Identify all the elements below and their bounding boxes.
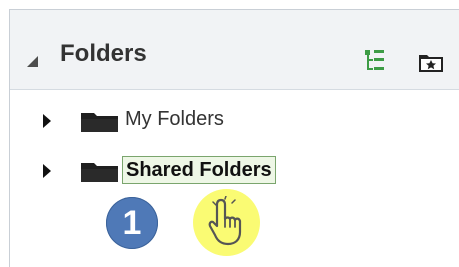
folder-icon	[81, 113, 118, 132]
expand-arrow-icon[interactable]	[43, 114, 51, 128]
tree-item-shared-folders[interactable]: Shared Folders	[10, 155, 459, 185]
folder-icon	[81, 163, 118, 182]
tree-item-my-folders[interactable]: My Folders	[10, 105, 459, 135]
tree-item-label: My Folders	[125, 108, 224, 130]
favorite-folder-icon[interactable]	[418, 50, 444, 74]
screenshot-stage: Folders My Folders Shared Folders 1	[0, 0, 459, 267]
hand-pointer-icon	[208, 196, 242, 246]
tree-item-label-highlighted[interactable]: Shared Folders	[122, 156, 276, 184]
folders-panel-header: Folders	[10, 10, 459, 90]
collapse-triangle-icon[interactable]	[27, 56, 38, 67]
expand-arrow-icon[interactable]	[43, 164, 51, 178]
tree-view-icon[interactable]	[363, 48, 389, 74]
step-number-badge: 1	[106, 197, 158, 249]
panel-title: Folders	[60, 40, 147, 67]
